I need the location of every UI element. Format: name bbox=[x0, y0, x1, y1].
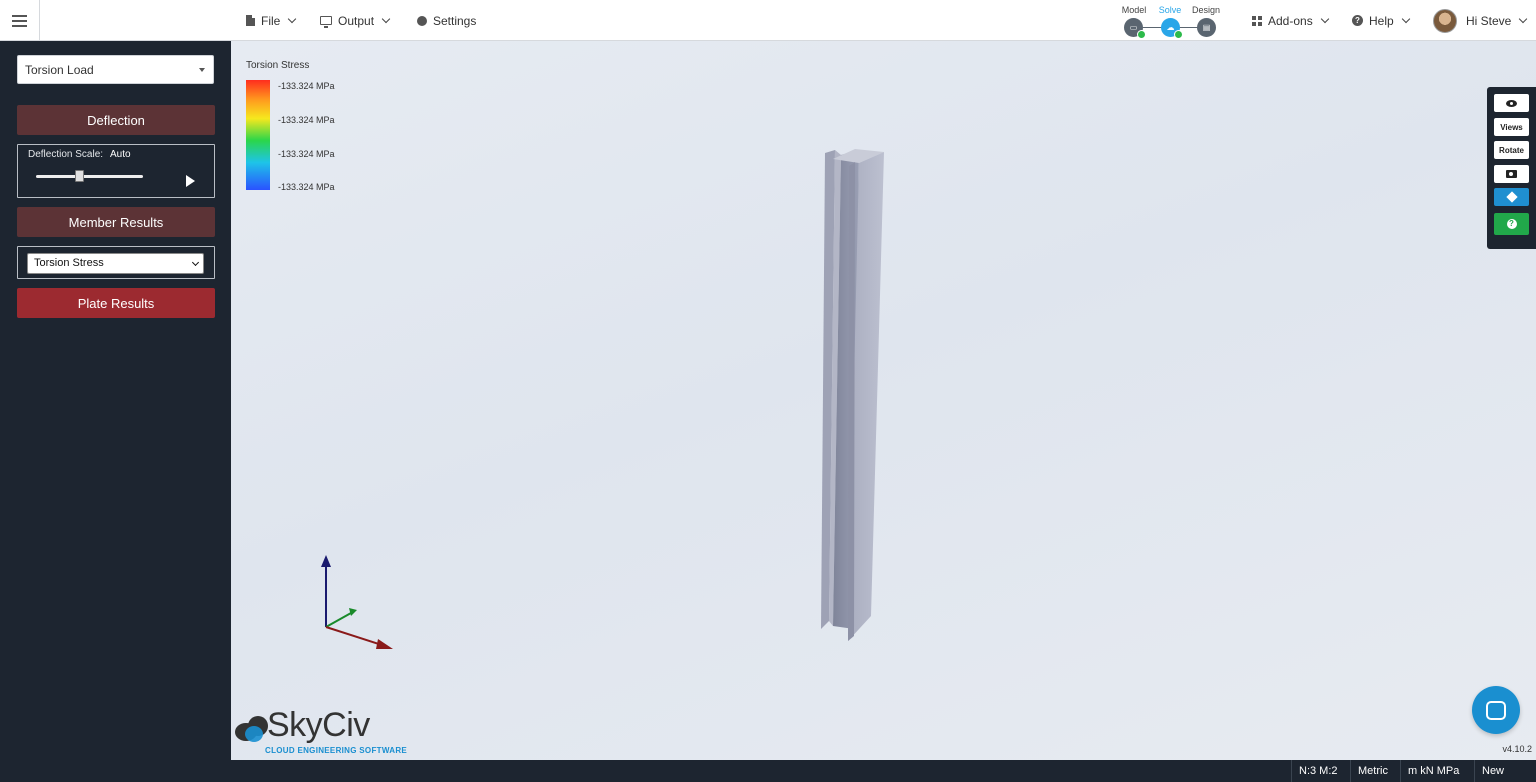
output-menu-label: Output bbox=[338, 13, 375, 28]
load-case-select[interactable]: Torsion Load bbox=[17, 55, 214, 84]
help-icon: ? bbox=[1352, 15, 1363, 26]
grid-icon bbox=[1252, 15, 1262, 26]
addons-menu[interactable]: Add-ons bbox=[1252, 0, 1329, 41]
deflection-scale-slider[interactable] bbox=[36, 175, 143, 178]
legend-tick: -133.324 MPa bbox=[278, 182, 335, 192]
file-menu-label: File bbox=[261, 13, 281, 28]
eye-icon bbox=[1506, 99, 1517, 107]
check-icon bbox=[1174, 30, 1183, 39]
i-beam-model[interactable] bbox=[811, 141, 891, 651]
legend-tick: -133.324 MPa bbox=[278, 115, 335, 125]
step-design-button[interactable]: ▤ bbox=[1197, 18, 1216, 37]
legend-color-bar bbox=[246, 80, 270, 190]
step-design-label: Design bbox=[1191, 5, 1220, 15]
units-system[interactable]: Metric bbox=[1350, 760, 1395, 782]
menu-icon[interactable] bbox=[0, 0, 40, 41]
slider-handle[interactable] bbox=[75, 170, 84, 182]
camera-icon bbox=[1506, 170, 1517, 178]
file-menu[interactable]: File bbox=[246, 0, 297, 41]
visibility-button[interactable] bbox=[1494, 94, 1529, 112]
chat-icon bbox=[1486, 700, 1506, 720]
help-menu[interactable]: ? Help bbox=[1352, 0, 1410, 41]
settings-menu[interactable]: Settings bbox=[417, 0, 476, 41]
help-menu-label: Help bbox=[1369, 13, 1394, 28]
result-type-select[interactable]: Torsion Stress bbox=[27, 253, 204, 274]
step-model-label: Model bbox=[1121, 5, 1147, 15]
version-label: v4.10.2 bbox=[1502, 744, 1532, 754]
chevron-down-icon bbox=[1320, 14, 1329, 23]
chat-button[interactable] bbox=[1472, 686, 1520, 734]
play-icon[interactable] bbox=[186, 175, 195, 187]
deflection-panel: Deflection Scale: Auto bbox=[17, 144, 215, 198]
chevron-down-icon bbox=[381, 14, 391, 23]
screenshot-button[interactable] bbox=[1494, 165, 1529, 183]
result-type-value: Torsion Stress bbox=[34, 257, 104, 269]
deflection-button[interactable]: Deflection bbox=[17, 105, 215, 135]
z-axis-arrow bbox=[349, 608, 357, 616]
z-axis-line bbox=[325, 612, 352, 628]
question-icon: ? bbox=[1506, 219, 1517, 229]
units-display[interactable]: m kN MPa bbox=[1400, 760, 1466, 782]
monitor-icon bbox=[320, 16, 332, 28]
deflection-scale-label: Deflection Scale: bbox=[28, 149, 104, 160]
avatar bbox=[1433, 8, 1457, 33]
user-menu[interactable]: Hi Steve bbox=[1433, 0, 1528, 41]
settings-menu-label: Settings bbox=[433, 13, 477, 28]
3d-viewport[interactable]: Torsion Stress -133.324 MPa -133.324 MPa… bbox=[231, 41, 1536, 760]
top-bar: File Output Settings Model Solve Design … bbox=[0, 0, 1536, 41]
logo-tagline: CLOUD ENGINEERING SOFTWARE bbox=[265, 746, 408, 755]
check-icon bbox=[1137, 30, 1146, 39]
beam-flange-right-edge bbox=[848, 162, 855, 641]
file-name[interactable]: New File* bbox=[1474, 760, 1536, 782]
caret-down-icon bbox=[199, 68, 205, 72]
view-toolbox: Views Rotate ? bbox=[1487, 87, 1536, 249]
step-connector bbox=[1143, 27, 1163, 28]
gear-icon bbox=[417, 15, 427, 26]
load-case-value: Torsion Load bbox=[25, 62, 94, 77]
logo-cloud-icon bbox=[235, 716, 268, 742]
sidebar: Torsion Load Deflection Deflection Scale… bbox=[0, 41, 231, 782]
legend-title: Torsion Stress bbox=[246, 60, 310, 71]
rotate-button[interactable]: Rotate bbox=[1494, 141, 1529, 159]
legend-tick: -133.324 MPa bbox=[278, 81, 335, 91]
axis-triad bbox=[321, 555, 393, 649]
status-bar: N:3 M:2 Metric m kN MPa New File* bbox=[0, 760, 1536, 782]
chevron-down-icon bbox=[288, 14, 297, 23]
x-axis-line bbox=[325, 626, 383, 646]
member-results-button[interactable]: Member Results bbox=[17, 207, 215, 237]
step-connector bbox=[1179, 27, 1199, 28]
help-button[interactable]: ? bbox=[1494, 213, 1529, 235]
user-greeting: Hi Steve bbox=[1466, 13, 1512, 28]
chevron-down-icon bbox=[1401, 14, 1410, 23]
result-type-panel: Torsion Stress bbox=[17, 246, 215, 279]
cube-icon bbox=[1505, 191, 1518, 203]
chevron-down-icon bbox=[191, 258, 200, 267]
3d-view-button[interactable] bbox=[1494, 188, 1529, 206]
legend-tick: -133.324 MPa bbox=[278, 149, 335, 159]
skyciv-logo: SkyCiv CLOUD ENGINEERING SOFTWARE bbox=[231, 704, 411, 760]
y-axis-arrow bbox=[321, 555, 331, 567]
step-model-button[interactable]: ▭ bbox=[1124, 18, 1146, 39]
logo-text: SkyCiv bbox=[267, 706, 370, 744]
output-menu[interactable]: Output bbox=[320, 0, 391, 41]
file-icon bbox=[246, 15, 255, 26]
x-axis-arrow bbox=[376, 639, 393, 649]
model-counts: N:3 M:2 bbox=[1291, 760, 1345, 782]
addons-menu-label: Add-ons bbox=[1268, 13, 1313, 28]
chevron-down-icon bbox=[1519, 14, 1528, 23]
step-solve-label: Solve bbox=[1158, 5, 1182, 15]
views-button[interactable]: Views bbox=[1494, 118, 1529, 136]
plate-results-button[interactable]: Plate Results bbox=[17, 288, 215, 318]
step-solve-button[interactable]: ☁ bbox=[1161, 18, 1183, 39]
deflection-scale-value: Auto bbox=[110, 149, 131, 160]
workflow-steps: Model Solve Design ▭ ☁ ▤ bbox=[1118, 3, 1222, 39]
